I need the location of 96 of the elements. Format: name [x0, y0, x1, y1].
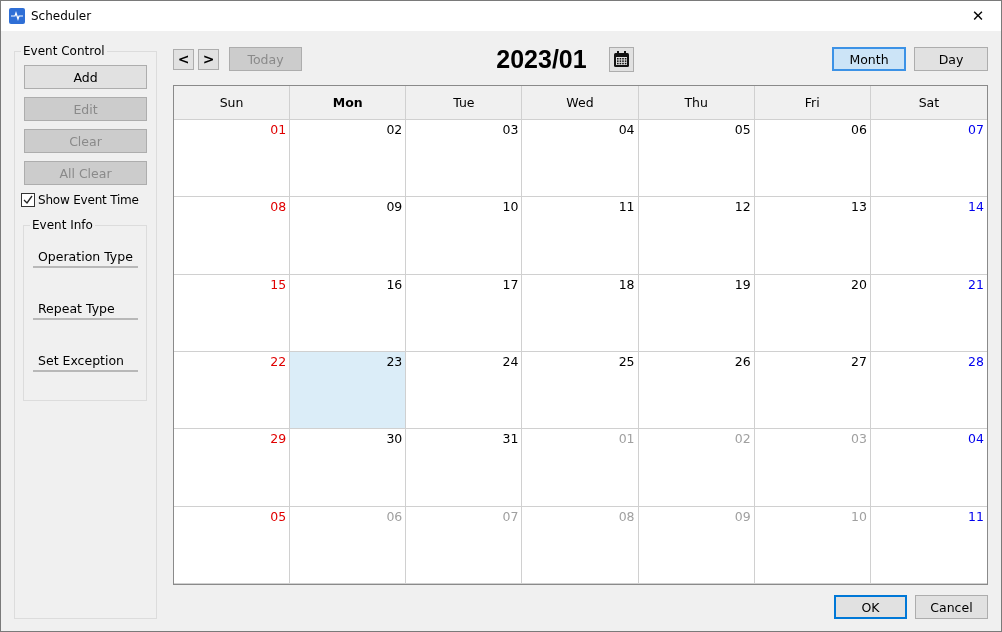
day-number: 27	[850, 354, 867, 369]
weekday-header: Mon	[290, 86, 407, 120]
day-number: 09	[734, 508, 751, 524]
info-label: Repeat Type	[33, 300, 138, 320]
weekday-header: Sun	[174, 86, 291, 120]
day-number: 18	[618, 276, 635, 292]
day-number: 10	[502, 199, 519, 215]
day-cell[interactable]: 26	[638, 352, 755, 430]
day-cell[interactable]: 05	[638, 120, 755, 198]
weekday-header: Wed	[522, 86, 639, 120]
day-cell[interactable]: 01	[174, 120, 291, 198]
day-number: 05	[270, 508, 287, 524]
checkbox-label: Show Event Time	[38, 193, 139, 207]
day-cell[interactable]: 30	[290, 429, 407, 507]
app-icon	[9, 8, 25, 24]
day-number: 26	[734, 354, 751, 369]
day-cell[interactable]: 09	[290, 197, 407, 275]
info-label: Set Exception	[33, 352, 138, 372]
day-number: 08	[618, 508, 635, 524]
day-number: 16	[386, 276, 403, 292]
day-cell[interactable]: 16	[290, 274, 407, 352]
day-number: 04	[618, 122, 635, 137]
day-number: 03	[850, 431, 867, 447]
next-button[interactable]: >	[198, 48, 219, 70]
action-button[interactable]: Add	[24, 65, 147, 89]
day-cell[interactable]: 06	[754, 120, 871, 198]
day-number: 17	[502, 276, 519, 292]
calendar-button[interactable]	[608, 46, 634, 72]
day-cell[interactable]: 24	[406, 352, 523, 430]
day-cell[interactable]: 19	[638, 274, 755, 352]
dialog-button[interactable]: Cancel	[915, 595, 988, 619]
day-number: 30	[386, 431, 403, 447]
weekday-header: Tue	[406, 86, 523, 120]
day-cell[interactable]: 31	[406, 429, 523, 507]
day-cell[interactable]: 15	[174, 274, 291, 352]
day-number: 29	[270, 431, 287, 447]
day-number: 01	[270, 122, 287, 137]
day-cell[interactable]: 27	[754, 352, 871, 430]
month-title: 2023/01	[496, 44, 587, 74]
day-number: 10	[850, 508, 867, 524]
checkbox[interactable]	[21, 193, 35, 207]
day-number: 13	[850, 199, 867, 215]
day-cell[interactable]: 11	[522, 197, 639, 275]
day-cell[interactable]: 10	[406, 197, 523, 275]
day-cell[interactable]: 22	[174, 352, 291, 430]
day-number: 02	[386, 122, 403, 137]
group-title: Event Info	[30, 218, 95, 232]
day-number: 03	[502, 122, 519, 137]
day-number: 07	[502, 508, 519, 524]
day-cell[interactable]: 02	[290, 120, 407, 198]
day-number: 05	[734, 122, 751, 137]
day-number: 04	[968, 431, 984, 447]
day-cell[interactable]: 18	[522, 274, 639, 352]
day-number: 31	[502, 431, 519, 447]
weekday-header: Fri	[754, 86, 871, 120]
day-number: 25	[618, 354, 635, 369]
day-number: 20	[850, 276, 867, 292]
day-number: 02	[734, 431, 751, 447]
window-title: Scheduler	[31, 9, 93, 23]
weekday-header: Sat	[870, 86, 987, 120]
day-cell[interactable]: 17	[406, 274, 523, 352]
day-number: 22	[270, 354, 287, 369]
day-number: 21	[968, 276, 984, 292]
day-cell[interactable]: 12	[638, 197, 755, 275]
day-number: 08	[270, 199, 287, 215]
day-cell[interactable]: 29	[174, 429, 291, 507]
weekday-header: Thu	[638, 86, 755, 120]
day-number: 19	[734, 276, 751, 292]
day-number: 07	[968, 122, 984, 137]
day-number: 06	[850, 122, 867, 137]
day-number: 15	[270, 276, 287, 292]
day-cell[interactable]: 04	[522, 120, 639, 198]
day-number: 11	[968, 508, 984, 524]
day-cell[interactable]: 08	[174, 197, 291, 275]
day-cell[interactable]: 13	[754, 197, 871, 275]
day-cell[interactable]: 05	[174, 506, 291, 584]
day-number: 11	[618, 199, 635, 215]
day-cell[interactable]: 20	[754, 274, 871, 352]
day-number: 06	[386, 508, 403, 524]
dialog-button[interactable]: OK	[834, 595, 907, 619]
close-button[interactable]: ✕	[955, 1, 1001, 31]
day-cell[interactable]: 03	[406, 120, 523, 198]
day-cell[interactable]: 23	[290, 352, 407, 430]
day-number: 09	[386, 199, 403, 215]
day-cell[interactable]: 25	[522, 352, 639, 430]
day-number: 14	[968, 199, 984, 215]
day-number: 28	[968, 354, 984, 369]
info-label: Operation Type	[33, 248, 138, 268]
day-number: 01	[618, 431, 635, 447]
group-title: Event Control	[21, 44, 107, 58]
day-number: 12	[734, 199, 751, 215]
day-number: 24	[502, 354, 519, 369]
previous-button[interactable]: <	[173, 48, 194, 70]
view-tab[interactable]: Day	[914, 47, 988, 71]
view-tab[interactable]: Month	[832, 47, 906, 71]
day-number: 23	[386, 354, 403, 369]
